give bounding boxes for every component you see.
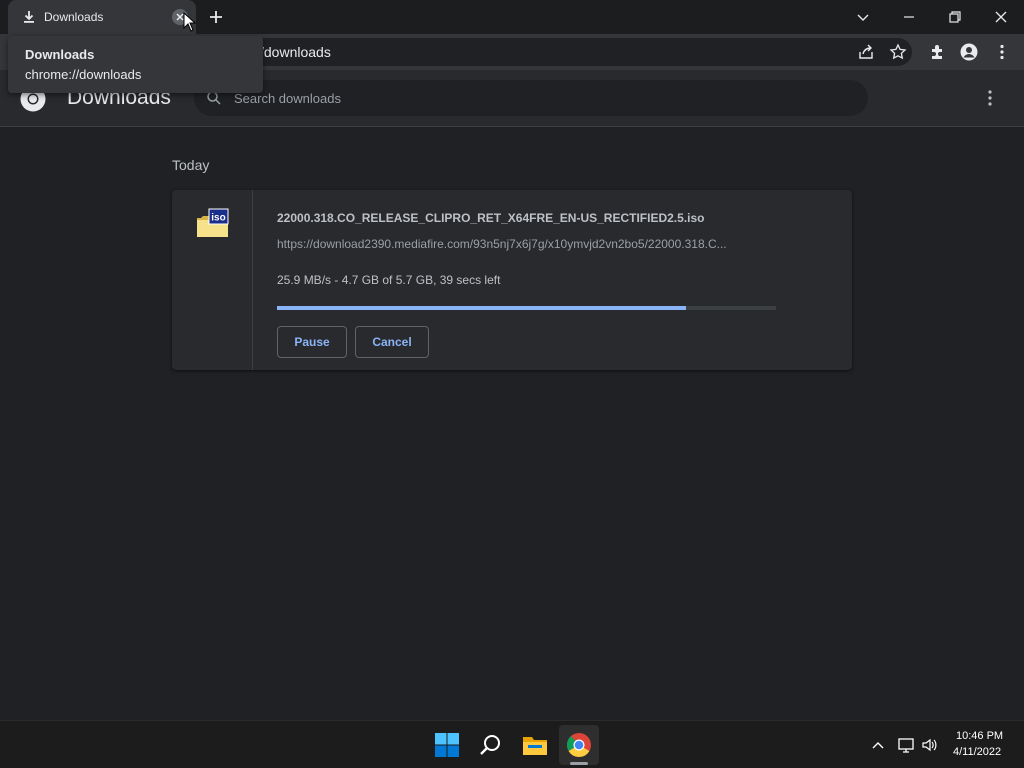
card-divider xyxy=(252,190,253,370)
iso-icon-label: iso xyxy=(211,213,225,224)
chrome-icon[interactable] xyxy=(565,731,593,759)
tab-search-chevron-icon[interactable] xyxy=(852,6,874,28)
new-tab-button[interactable] xyxy=(206,7,226,27)
minimize-button[interactable] xyxy=(898,6,920,28)
close-window-button[interactable] xyxy=(990,6,1012,28)
browser-menu-icon[interactable] xyxy=(993,43,1011,61)
file-explorer-icon[interactable] xyxy=(521,731,549,759)
download-progress-text: 25.9 MB/s - 4.7 GB of 5.7 GB, 39 secs le… xyxy=(277,273,501,287)
share-icon[interactable] xyxy=(857,43,875,61)
start-icon[interactable] xyxy=(433,731,461,759)
extensions-icon[interactable] xyxy=(929,43,947,61)
pause-button[interactable]: Pause xyxy=(277,326,347,358)
clock-date[interactable]: 4/11/2022 xyxy=(953,746,1001,758)
search-input[interactable] xyxy=(234,80,834,116)
tab-title: Downloads xyxy=(44,10,104,24)
download-progress-fill xyxy=(277,306,687,310)
bookmark-star-icon[interactable] xyxy=(889,43,907,61)
search-icon[interactable] xyxy=(477,731,505,759)
address-bar[interactable]: /downloads xyxy=(160,38,912,66)
profile-icon[interactable] xyxy=(960,43,978,61)
more-actions-icon[interactable] xyxy=(980,88,1000,108)
cancel-button[interactable]: Cancel xyxy=(355,326,429,358)
iso-file-icon: iso xyxy=(197,208,229,237)
volume-icon[interactable] xyxy=(921,736,939,754)
tooltip-url: chrome://downloads xyxy=(25,67,142,82)
windows-taskbar: 10:46 PM 4/11/2022 xyxy=(0,720,1024,768)
download-item-card: iso 22000.318.CO_RELEASE_CLIPRO_RET_X64F… xyxy=(172,190,852,370)
search-box[interactable] xyxy=(194,80,868,116)
download-icon xyxy=(24,11,34,23)
download-progress-bar xyxy=(277,306,776,310)
date-group-label: Today xyxy=(172,157,210,173)
address-bar-text: /downloads xyxy=(260,44,331,60)
tab-strip: Downloads xyxy=(0,0,1024,34)
file-source-url[interactable]: https://download2390.mediafire.com/93n5n… xyxy=(277,237,777,251)
chrome-running-indicator xyxy=(570,762,588,765)
tooltip-title: Downloads xyxy=(25,47,95,62)
file-name[interactable]: 22000.318.CO_RELEASE_CLIPRO_RET_X64FRE_E… xyxy=(277,211,705,225)
clock-time[interactable]: 10:46 PM xyxy=(956,730,1003,742)
network-icon[interactable] xyxy=(897,736,915,754)
mouse-cursor-icon xyxy=(183,12,197,32)
tab-downloads[interactable]: Downloads xyxy=(8,0,196,34)
tab-hover-tooltip: Downloads chrome://downloads xyxy=(8,36,263,93)
chevron-up-icon[interactable] xyxy=(869,736,887,754)
restore-button[interactable] xyxy=(944,6,966,28)
